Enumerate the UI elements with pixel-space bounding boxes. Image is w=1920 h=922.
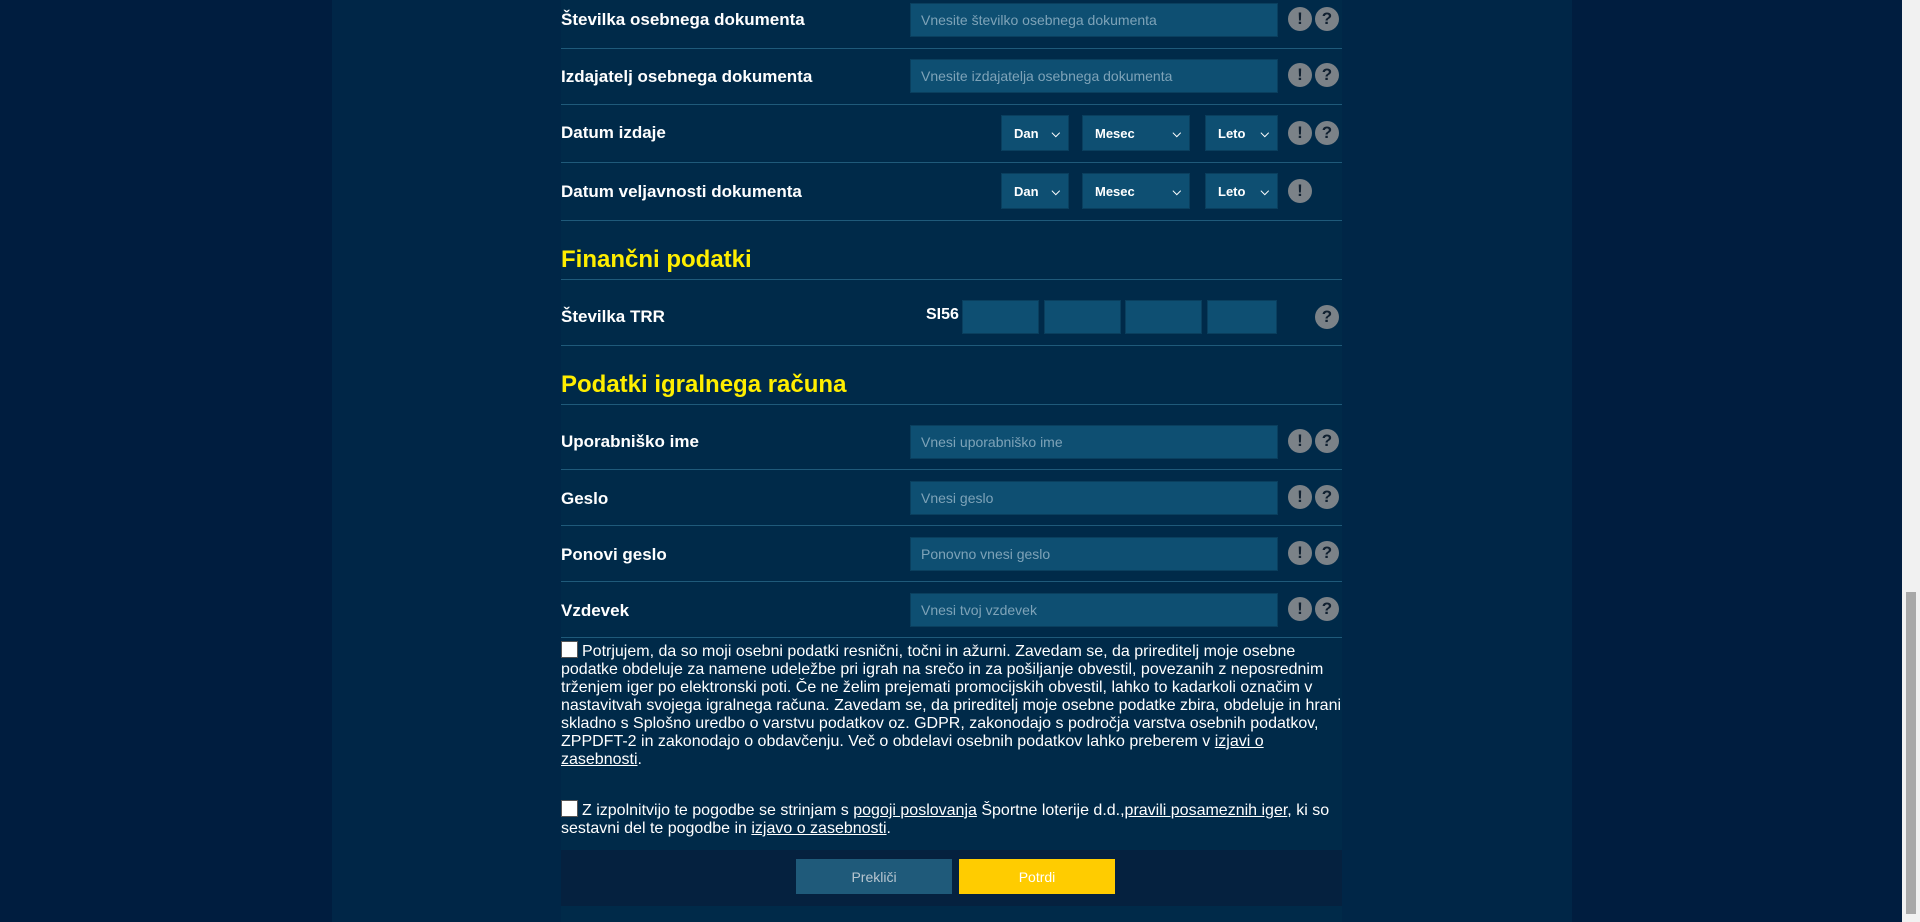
issue-year-select[interactable]: Leto ⌵: [1205, 115, 1278, 151]
trr-part-3-input[interactable]: [1125, 300, 1202, 334]
privacy-consent-end: .: [637, 751, 642, 768]
registration-form: Številka osebnega dokumenta ! ? Izdajate…: [561, 0, 1342, 922]
password-repeat-label: Ponovi geslo: [561, 545, 667, 564]
select-value: Dan: [1014, 184, 1039, 199]
trr-label: Številka TRR: [561, 307, 665, 326]
valid-month-select[interactable]: Mesec ⌵: [1082, 173, 1190, 209]
warning-icon[interactable]: !: [1288, 597, 1312, 621]
password-repeat-input[interactable]: [910, 537, 1278, 571]
select-value: Mesec: [1095, 126, 1135, 141]
financial-section-title: Finančni podatki: [561, 246, 752, 273]
username-row: Uporabniško ime ! ?: [561, 405, 1342, 470]
privacy-statement-link[interactable]: izjavo o zasebnosti: [751, 820, 886, 837]
valid-date-row: Datum veljavnosti dokumenta Dan ⌵ Mesec ⌵ …: [561, 163, 1342, 221]
password-input[interactable]: [910, 481, 1278, 515]
warning-icon[interactable]: !: [1288, 63, 1312, 87]
valid-day-select[interactable]: Dan ⌵: [1001, 173, 1069, 209]
nickname-input[interactable]: [910, 593, 1278, 627]
trr-part-2-input[interactable]: [1044, 300, 1121, 334]
chevron-down-icon: ⌵: [1172, 186, 1181, 198]
confirm-button[interactable]: Potrdi: [959, 859, 1115, 894]
nickname-row: Vzdevek ! ?: [561, 582, 1342, 638]
doc-number-row: Številka osebnega dokumenta ! ?: [561, 0, 1342, 49]
username-label: Uporabniško ime: [561, 432, 699, 451]
financial-section-header: Finančni podatki: [561, 221, 1342, 280]
privacy-consent-checkbox[interactable]: [561, 641, 578, 658]
account-section-title: Podatki igralnega računa: [561, 371, 847, 398]
help-icon[interactable]: ?: [1315, 121, 1339, 145]
chevron-down-icon: ⌵: [1051, 186, 1060, 198]
issue-date-row: Datum izdaje Dan ⌵ Mesec ⌵ Leto ⌵ ! ?: [561, 105, 1342, 163]
chevron-down-icon: ⌵: [1260, 186, 1269, 198]
help-icon[interactable]: ?: [1315, 429, 1339, 453]
select-value: Dan: [1014, 126, 1039, 141]
chevron-down-icon: ⌵: [1051, 128, 1060, 140]
password-repeat-row: Ponovi geslo ! ?: [561, 526, 1342, 582]
cancel-button[interactable]: Prekliči: [796, 859, 952, 894]
doc-issuer-label: Izdajatelj osebnega dokumenta: [561, 67, 813, 86]
valid-date-label: Datum veljavnosti dokumenta: [561, 182, 802, 201]
help-icon[interactable]: ?: [1315, 485, 1339, 509]
doc-issuer-row: Izdajatelj osebnega dokumenta ! ?: [561, 49, 1342, 105]
terms-of-business-link[interactable]: pogoji poslovanja: [853, 802, 977, 819]
terms-text-1: Z izpolnitvijo te pogodbe se strinjam s: [582, 802, 854, 819]
terms-text-4: .: [886, 820, 891, 837]
password-label: Geslo: [561, 489, 609, 508]
help-icon[interactable]: ?: [1315, 305, 1339, 329]
issue-date-label: Datum izdaje: [561, 123, 666, 142]
warning-icon[interactable]: !: [1288, 179, 1312, 203]
nickname-label: Vzdevek: [561, 601, 630, 620]
chevron-down-icon: ⌵: [1172, 128, 1181, 140]
trr-row: Številka TRR SI56 ?: [561, 280, 1342, 346]
password-row: Geslo ! ?: [561, 470, 1342, 526]
help-icon[interactable]: ?: [1315, 597, 1339, 621]
valid-year-select[interactable]: Leto ⌵: [1205, 173, 1278, 209]
privacy-consent: Potrjujem, da so moji osebni podatki res…: [561, 641, 1342, 769]
select-value: Leto: [1218, 184, 1246, 199]
help-icon[interactable]: ?: [1315, 63, 1339, 87]
issue-month-select[interactable]: Mesec ⌵: [1082, 115, 1190, 151]
page-scrollbar[interactable]: [1902, 0, 1920, 922]
chevron-down-icon: ⌵: [1260, 128, 1269, 140]
warning-icon[interactable]: !: [1288, 541, 1312, 565]
terms-consent: Z izpolnitvijo te pogodbe se strinjam s …: [561, 800, 1342, 838]
help-icon[interactable]: ?: [1315, 541, 1339, 565]
account-section-header: Podatki igralnega računa: [561, 346, 1342, 405]
trr-prefix: SI56: [926, 306, 959, 323]
game-rules-link[interactable]: pravili posameznih iger: [1125, 802, 1288, 819]
trr-part-4-input[interactable]: [1207, 300, 1277, 334]
trr-part-1-input[interactable]: [962, 300, 1039, 334]
help-icon[interactable]: ?: [1315, 7, 1339, 31]
warning-icon[interactable]: !: [1288, 7, 1312, 31]
warning-icon[interactable]: !: [1288, 485, 1312, 509]
terms-consent-checkbox[interactable]: [561, 800, 578, 817]
doc-number-label: Številka osebnega dokumenta: [561, 10, 805, 29]
select-value: Leto: [1218, 126, 1246, 141]
warning-icon[interactable]: !: [1288, 121, 1312, 145]
terms-text-2: Športne loterije d.d.,: [976, 802, 1125, 819]
scrollbar-thumb[interactable]: [1906, 592, 1916, 914]
doc-number-input[interactable]: [910, 3, 1278, 37]
username-input[interactable]: [910, 425, 1278, 459]
warning-icon[interactable]: !: [1288, 429, 1312, 453]
select-value: Mesec: [1095, 184, 1135, 199]
doc-issuer-input[interactable]: [910, 59, 1278, 93]
form-footer: Prekliči Potrdi: [561, 850, 1342, 906]
issue-day-select[interactable]: Dan ⌵: [1001, 115, 1069, 151]
